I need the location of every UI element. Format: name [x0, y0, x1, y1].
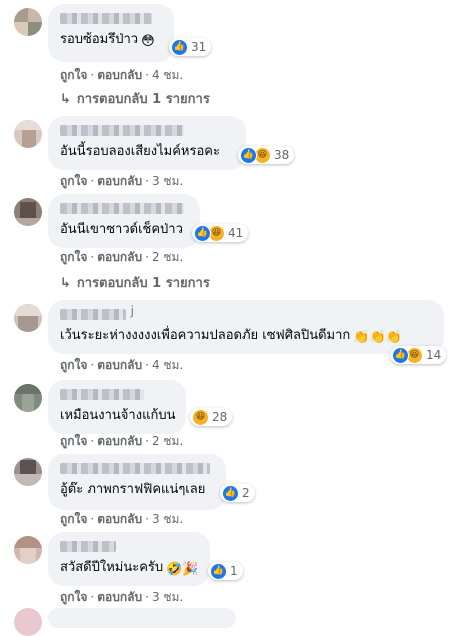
reaction-count: 31	[191, 40, 207, 54]
reaction-summary[interactable]: 😆 28	[190, 408, 233, 426]
view-replies-link[interactable]: ↳ การตอบกลับ 1 รายการ	[60, 272, 210, 293]
avatar[interactable]	[14, 458, 42, 486]
comment-text: อันนีเขาซาวด์เช็คป่าว	[60, 222, 183, 237]
like-icon: 👍	[240, 146, 257, 164]
avatar[interactable]	[14, 536, 42, 564]
commenter-name-blurred[interactable]	[60, 463, 210, 474]
commenter-name-blurred[interactable]	[60, 125, 184, 136]
reaction-count: 28	[212, 410, 228, 424]
like-icon: 👍	[194, 224, 211, 242]
comment-bubble: เหมือนงานจ้างแก้บน	[48, 380, 186, 434]
reply-link[interactable]: ตอบกลับ	[97, 250, 142, 264]
like-link[interactable]: ถูกใจ	[60, 250, 87, 264]
avatar[interactable]	[14, 198, 42, 226]
reaction-count: 1	[230, 564, 238, 578]
like-link[interactable]: ถูกใจ	[60, 358, 87, 372]
reply-link[interactable]: ตอบกลับ	[97, 174, 142, 188]
commenter-name-suffix: j	[130, 304, 134, 318]
clapping-hands-emoji: 👏👏👏	[353, 330, 402, 345]
comment-bubble: อันนี้รอบลองเสียงไมค์หรอคะ	[48, 116, 246, 170]
comment-time[interactable]: 4 ชม.	[152, 68, 183, 82]
commenter-name-blurred[interactable]	[60, 203, 184, 214]
comment-time[interactable]: 4 ชม.	[152, 358, 183, 372]
avatar[interactable]	[14, 120, 42, 148]
reaction-count: 2	[242, 486, 250, 500]
rolling-laugh-party-emoji: 🤣🎉	[166, 562, 199, 577]
like-link[interactable]: ถูกใจ	[60, 512, 87, 526]
like-link[interactable]: ถูกใจ	[60, 590, 87, 604]
comment-text: อู้ต๊ะ ภาพกราฟฟิคแน่ๆเลย	[60, 482, 206, 497]
comment-actions: ถูกใจ · ตอบกลับ · 3 ชม.	[60, 512, 184, 526]
comment-text: เหมือนงานจ้างแก้บน	[60, 408, 176, 423]
comment-bubble: รอบซ้อมรึป่าว 😳	[48, 4, 174, 62]
commenter-name-blurred[interactable]	[60, 541, 116, 552]
comment-actions: ถูกใจ · ตอบกลับ · 4 ชม.	[60, 358, 184, 372]
reaction-summary[interactable]: 👍 😆 14	[390, 346, 447, 364]
reply-link[interactable]: ตอบกลับ	[97, 358, 142, 372]
comment-actions: ถูกใจ · ตอบกลับ · 3 ชม.	[60, 590, 184, 604]
reply-link[interactable]: ตอบกลับ	[97, 434, 142, 448]
replies-label: การตอบกลับ 1 รายการ	[76, 92, 210, 107]
comment-bubble: สวัสดีปีใหม่นะครับ 🤣🎉	[48, 532, 210, 586]
reaction-summary[interactable]: 👍 1	[208, 562, 243, 580]
comment-time[interactable]: 3 ชม.	[152, 590, 183, 604]
comment-time[interactable]: 2 ชม.	[152, 434, 183, 448]
reaction-summary[interactable]: 👍 😆 38	[238, 146, 295, 164]
reaction-summary[interactable]: 👍 31	[169, 38, 212, 56]
reaction-summary[interactable]: 👍 😆 41	[192, 224, 249, 242]
comment-text: อันนี้รอบลองเสียงไมค์หรอคะ	[60, 144, 220, 159]
like-icon: 👍	[210, 562, 227, 580]
like-link[interactable]: ถูกใจ	[60, 174, 87, 188]
comment-time[interactable]: 3 ชม.	[152, 174, 183, 188]
like-link[interactable]: ถูกใจ	[60, 434, 87, 448]
comment-text: สวัสดีปีใหม่นะครับ	[60, 560, 164, 575]
like-link[interactable]: ถูกใจ	[60, 68, 87, 82]
avatar[interactable]	[14, 304, 42, 332]
like-icon: 👍	[171, 38, 188, 56]
reaction-summary[interactable]: 👍 2	[220, 484, 255, 502]
replies-label: การตอบกลับ 1 รายการ	[76, 276, 210, 291]
comment-bubble: อันนีเขาซาวด์เช็คป่าว	[48, 194, 200, 248]
comment-bubble: j เว้นระยะห่างงงงงเพื่อความปลอดภัย เซฟศิ…	[48, 300, 444, 354]
commenter-name-blurred[interactable]	[60, 389, 144, 400]
comment-text: เว้นระยะห่างงงงงเพื่อความปลอดภัย เซฟศิลป…	[60, 328, 351, 343]
haha-icon: 😆	[192, 408, 209, 426]
reply-arrow-icon: ↳	[60, 276, 71, 291]
commenter-name-blurred[interactable]	[60, 13, 152, 24]
like-icon: 👍	[392, 346, 409, 364]
comment-time[interactable]: 2 ชม.	[152, 250, 183, 264]
avatar[interactable]	[14, 608, 42, 636]
commenter-name-blurred[interactable]: j	[60, 304, 134, 320]
comment-actions: ถูกใจ · ตอบกลับ · 2 ชม.	[60, 434, 184, 448]
comment-time[interactable]: 3 ชม.	[152, 512, 183, 526]
comment-actions: ถูกใจ · ตอบกลับ · 2 ชม.	[60, 250, 184, 264]
avatar[interactable]	[14, 8, 42, 36]
reply-arrow-icon: ↳	[60, 92, 71, 107]
reply-link[interactable]: ตอบกลับ	[97, 512, 142, 526]
comment-actions: ถูกใจ · ตอบกลับ · 4 ชม.	[60, 68, 184, 82]
view-replies-link[interactable]: ↳ การตอบกลับ 1 รายการ	[60, 88, 210, 109]
reaction-count: 38	[274, 148, 290, 162]
like-icon: 👍	[222, 484, 239, 502]
reply-link[interactable]: ตอบกลับ	[97, 590, 142, 604]
reply-link[interactable]: ตอบกลับ	[97, 68, 142, 82]
reaction-count: 41	[228, 226, 244, 240]
avatar[interactable]	[14, 384, 42, 412]
comment-bubble: อู้ต๊ะ ภาพกราฟฟิคแน่ๆเลย	[48, 454, 226, 510]
comment-bubble	[48, 608, 236, 628]
comment-text: รอบซ้อมรึป่าว	[60, 32, 139, 47]
comment-actions: ถูกใจ · ตอบกลับ · 3 ชม.	[60, 174, 184, 188]
flushed-face-emoji: 😳	[141, 34, 155, 49]
reaction-count: 14	[426, 348, 442, 362]
